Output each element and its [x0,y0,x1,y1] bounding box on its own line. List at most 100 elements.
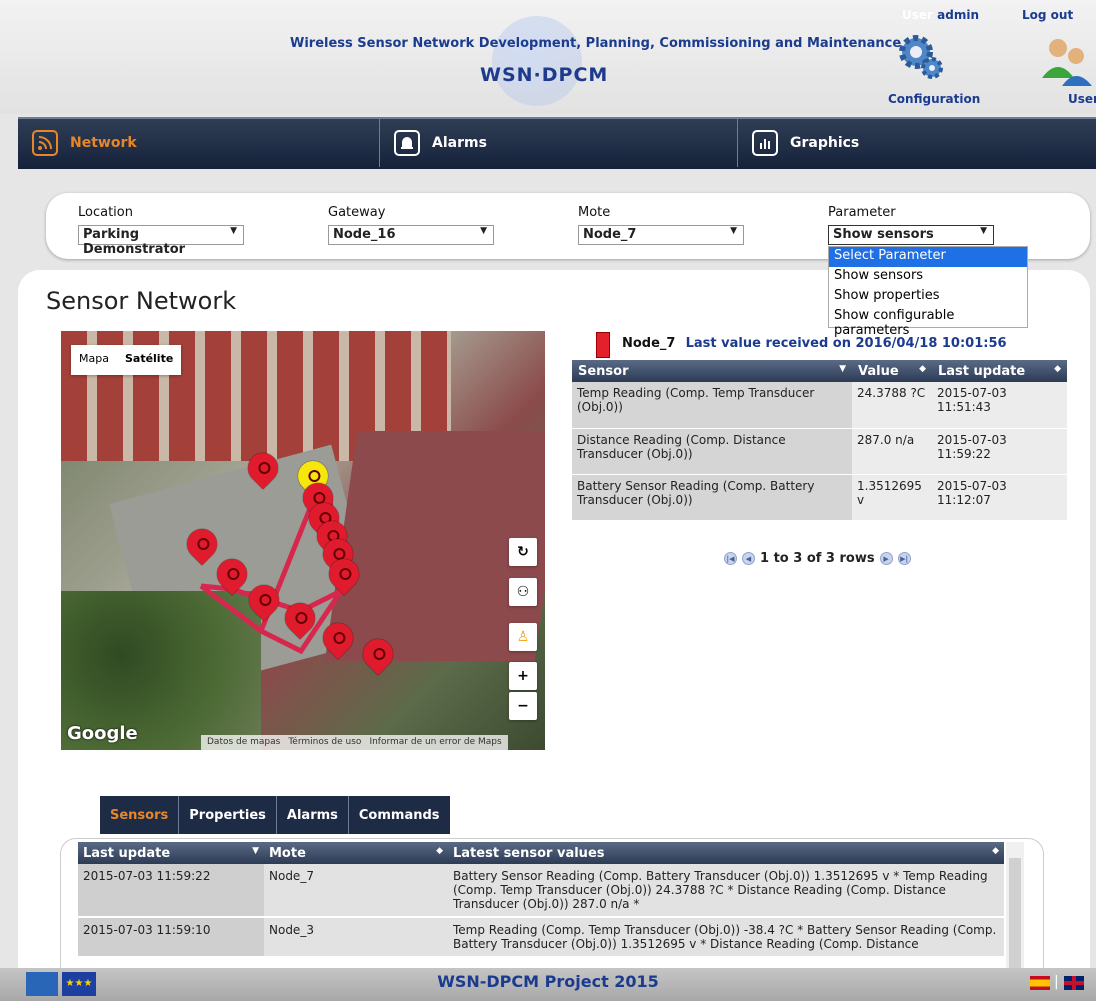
flag-separator: | [1054,974,1059,990]
latest-values-table: Last update ▼ Mote ◆ Latest sensor values ◆… [78,842,1004,958]
updated-cell: 2015-07-03 11:59:22 [932,428,1067,475]
map-data-link[interactable]: Datos de mapas [207,737,280,748]
sort-icon: ▼ [839,363,846,374]
satellite-map[interactable]: Mapa Satélite ↻ ⚇ ♙ + − Google Datos de … [61,331,545,750]
app-logo: WSN·DPCM [480,64,609,86]
mote-select[interactable]: Node_7 ▼ [578,225,744,245]
dropdown-arrow-icon: ▼ [980,226,987,236]
sort-icon: ◆ [436,845,443,856]
tab-network[interactable]: Network [18,119,380,167]
table-row[interactable]: Battery Sensor Reading (Comp. Battery Tr… [572,474,1067,521]
parameter-option[interactable]: Show sensors [829,267,1027,287]
tab-sensors[interactable]: Sensors [100,796,180,834]
parameter-value: Show sensors [833,227,934,242]
zoom-out-button[interactable]: − [509,692,537,720]
tilt-map-icon[interactable]: ⚇ [509,578,537,606]
parameter-option[interactable]: Show properties [829,287,1027,307]
gateway-select[interactable]: Node_16 ▼ [328,225,494,245]
column-header-mote[interactable]: Mote ◆ [264,842,448,864]
alarm-icon [394,130,420,156]
last-page-icon[interactable]: ▶| [897,552,911,565]
sensor-cell: Battery Sensor Reading (Comp. Battery Tr… [572,474,852,521]
map-type-satellite[interactable]: Satélite [117,345,181,375]
mote-label: Mote [578,205,611,220]
parameter-option[interactable]: Show configurable parameters [829,307,1027,338]
table-row[interactable]: Distance Reading (Comp. Distance Transdu… [572,428,1067,475]
users-link[interactable]: User [1068,92,1096,106]
column-header-last-update[interactable]: Last update ◆ [932,360,1067,382]
value-cell: 1.3512695 v [852,474,932,521]
footer-text: WSN-DPCM Project 2015 [437,972,659,991]
rss-icon [32,130,58,156]
mote-cell: Node_3 [264,917,448,958]
user-label: User [902,8,933,22]
updated-cell: 2015-07-03 11:59:10 [78,917,264,958]
map-terms-link[interactable]: Términos de uso [288,737,361,748]
dropdown-arrow-icon: ▼ [730,226,737,236]
column-header-sensor[interactable]: Sensor ▼ [572,360,852,382]
table-row[interactable]: 2015-07-03 11:59:22 Node_7 Battery Senso… [78,864,1004,918]
first-page-icon[interactable]: |◀ [724,552,737,565]
map-attribution: Datos de mapas Términos de uso Informar … [201,735,508,750]
updated-cell: 2015-07-03 11:51:43 [932,382,1067,429]
table-scrollbar[interactable] [1006,842,1024,970]
sort-icon: ▼ [252,845,259,856]
spanish-flag-icon[interactable] [1030,976,1050,990]
configuration-link[interactable]: Configuration [888,92,980,106]
prev-page-icon[interactable]: ◀ [742,552,755,565]
tab-network-label: Network [70,135,137,151]
parameter-option[interactable]: Select Parameter [829,247,1027,267]
parameter-dropdown-list: Select Parameter Show sensors Show prope… [828,246,1028,338]
pager: |◀ ◀ 1 to 3 of 3 rows ▶ ▶| [724,551,911,566]
app-header: Wireless Sensor Network Development, Pla… [0,0,1096,114]
map-type-toggle: Mapa Satélite [71,345,182,375]
zoom-in-button[interactable]: + [509,662,537,690]
map-report-link[interactable]: Informar de un error de Maps [369,737,501,748]
node-name: Node_7 [622,336,676,351]
page-title: Sensor Network [46,287,237,315]
logout-link[interactable]: Log out [1022,8,1073,22]
sensor-cell: Temp Reading (Comp. Temp Transducer (Obj… [572,382,852,429]
scrollbar-thumb[interactable] [1009,858,1021,968]
location-label: Location [78,205,133,220]
location-select[interactable]: Parking Demonstrator ▼ [78,225,244,257]
map-type-map[interactable]: Mapa [71,345,117,375]
value-cell: 287.0 n/a [852,428,932,475]
logo-globe [492,16,582,106]
main-nav: Network Alarms Graphics [18,117,1096,169]
tab-properties[interactable]: Properties [179,796,277,834]
rotate-map-icon[interactable]: ↻ [509,538,537,566]
table-row[interactable]: 2015-07-03 11:59:10 Node_3 Temp Reading … [78,917,1004,958]
street-view-icon[interactable]: ♙ [509,623,537,651]
app-title: Wireless Sensor Network Development, Pla… [290,36,902,51]
updated-cell: 2015-07-03 11:59:22 [78,864,264,918]
values-cell: Battery Sensor Reading (Comp. Battery Tr… [448,864,1004,918]
dropdown-arrow-icon: ▼ [230,226,237,236]
value-cell: 24.3788 ?C [852,382,932,429]
column-header-value[interactable]: Value ◆ [852,360,932,382]
google-logo: Google [67,723,138,744]
users-icon[interactable] [1036,30,1096,90]
dropdown-arrow-icon: ▼ [480,226,487,236]
tab-graphics[interactable]: Graphics [738,119,1094,167]
map-route-lines [199,464,344,655]
tab-graphics-label: Graphics [790,135,860,151]
tab-alarms-detail[interactable]: Alarms [277,796,349,834]
table-row[interactable]: Temp Reading (Comp. Temp Transducer (Obj… [572,382,1067,429]
sort-icon: ◆ [992,845,999,856]
gateway-label: Gateway [328,205,386,220]
sort-icon: ◆ [1054,363,1061,374]
english-flag-icon[interactable] [1064,976,1084,990]
gateway-value: Node_16 [333,227,396,242]
column-header-last-update[interactable]: Last update ▼ [78,842,264,864]
battery-icon [596,332,610,358]
gear-icon[interactable] [894,30,946,82]
parameter-select[interactable]: Show sensors ▼ [828,225,994,245]
tab-commands[interactable]: Commands [349,796,450,834]
next-page-icon[interactable]: ▶ [879,552,893,565]
bar-chart-icon [752,130,778,156]
mote-cell: Node_7 [264,864,448,918]
tab-alarms[interactable]: Alarms [380,119,738,167]
updated-cell: 2015-07-03 11:12:07 [932,474,1067,521]
column-header-latest-values[interactable]: Latest sensor values ◆ [448,842,1004,864]
